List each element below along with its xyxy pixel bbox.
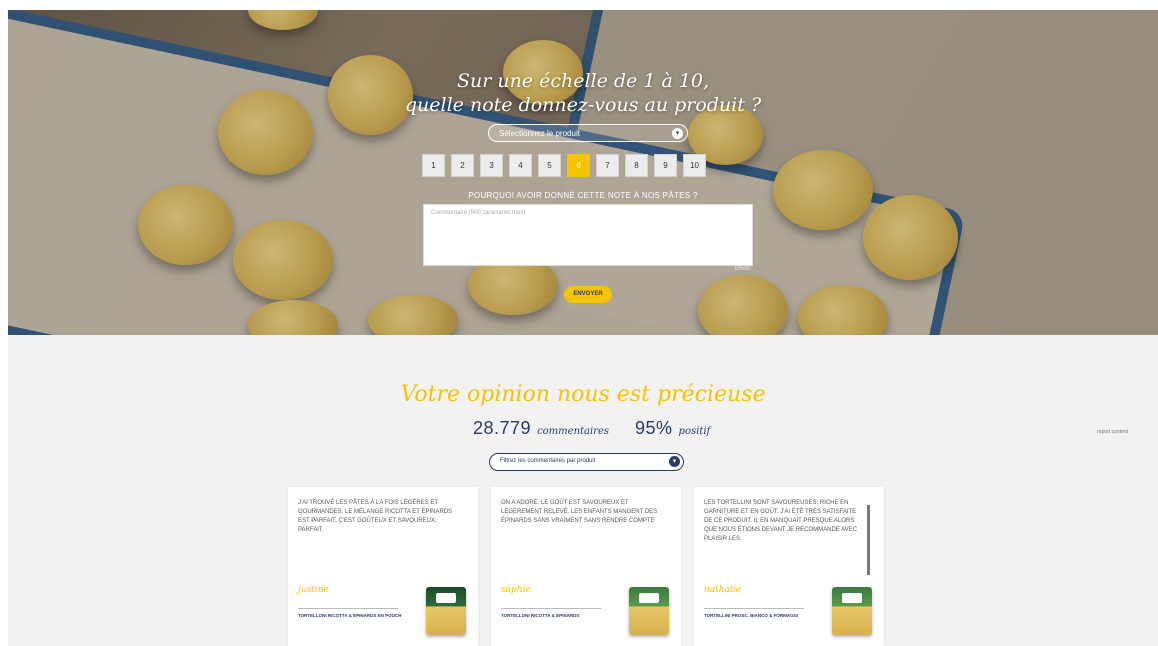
review-card: LES TORTELLINI SONT SAVOUREUSES, RICHE E… [694,487,884,646]
review-author: nathalie [704,585,742,595]
review-text: ON A ADORÉ. LE GOÛT EST SAVOUREUX ET LÉG… [501,500,658,524]
score-button-1[interactable]: 1 [422,154,445,177]
score-button-4[interactable]: 4 [509,154,532,177]
divider [298,608,398,609]
product-pack-image [426,587,466,635]
hero-title-line1: Sur une échelle de 1 à 10, [456,70,710,92]
divider [501,608,601,609]
char-counter: 0/500 [735,266,751,272]
review-card: J'AI TROUVÉ LES PÂTES À LA FOIS LÉGÈRES … [288,487,478,646]
score-button-8[interactable]: 8 [625,154,648,177]
review-stats: 28.779 commentaires 95% positif [473,418,710,439]
comment-count: 28.779 [473,418,532,438]
review-cards: J'AI TROUVÉ LES PÂTES À LA FOIS LÉGÈRES … [288,487,884,646]
chevron-down-icon: ▾ [669,456,680,467]
comment-textarea[interactable]: Commentaire (500 caractères max) [423,204,753,266]
product-pack-image [832,587,872,635]
reviews-title: Votre opinion nous est précieuse [400,382,766,407]
review-product-name: TORTELLONI RICOTTA & ÉPINARDS [501,613,580,618]
product-pack-image [629,587,669,635]
product-select[interactable]: Sélectionnez le produit ▾ [488,124,688,142]
page-frame: Sur une échelle de 1 à 10, quelle note d… [8,10,1158,646]
hero-title-line2: quelle note donnez-vous au produit ? [404,94,762,116]
score-button-10[interactable]: 10 [683,154,706,177]
submit-button[interactable]: ENVOYER [564,286,612,303]
score-button-6[interactable]: 6 [567,154,590,177]
hero-section: Sur une échelle de 1 à 10, quelle note d… [8,10,1158,335]
review-text: LES TORTELLINI SONT SAVOUREUSES, RICHE E… [704,500,858,542]
score-button-5[interactable]: 5 [538,154,561,177]
score-selector: 1 2 3 4 5 6 7 8 9 10 [422,154,706,177]
score-button-7[interactable]: 7 [596,154,619,177]
review-author: sophie [501,585,531,595]
positive-percent: 95% [635,418,673,438]
review-text: J'AI TROUVÉ LES PÂTES À LA FOIS LÉGÈRES … [298,500,453,533]
card-scrollbar[interactable] [867,505,870,575]
product-filter-label: Filtrez les commentaires par produit [500,458,596,464]
divider [704,608,804,609]
review-product-name: TORTELLONI RICOTTA & ÉPINARDS EN POUCH [298,613,402,618]
report-content-link[interactable]: report content [1097,429,1128,435]
review-product-name: TORTELLINI PROSC. BIANCO & FORMAGGI [704,613,799,618]
product-filter-select[interactable]: Filtrez les commentaires par produit ▾ [489,453,684,471]
review-author: justine [298,585,329,595]
score-button-9[interactable]: 9 [654,154,677,177]
comment-count-label: commentaires [537,426,610,437]
positive-label: positif [678,426,711,437]
review-card: ON A ADORÉ. LE GOÛT EST SAVOUREUX ET LÉG… [491,487,681,646]
product-select-label: Sélectionnez le produit [499,129,580,138]
score-button-3[interactable]: 3 [480,154,503,177]
score-button-2[interactable]: 2 [451,154,474,177]
why-label: POURQUOI AVOIR DONNÉ CETTE NOTE À NOS PÂ… [468,191,698,200]
chevron-down-icon: ▾ [672,128,683,139]
